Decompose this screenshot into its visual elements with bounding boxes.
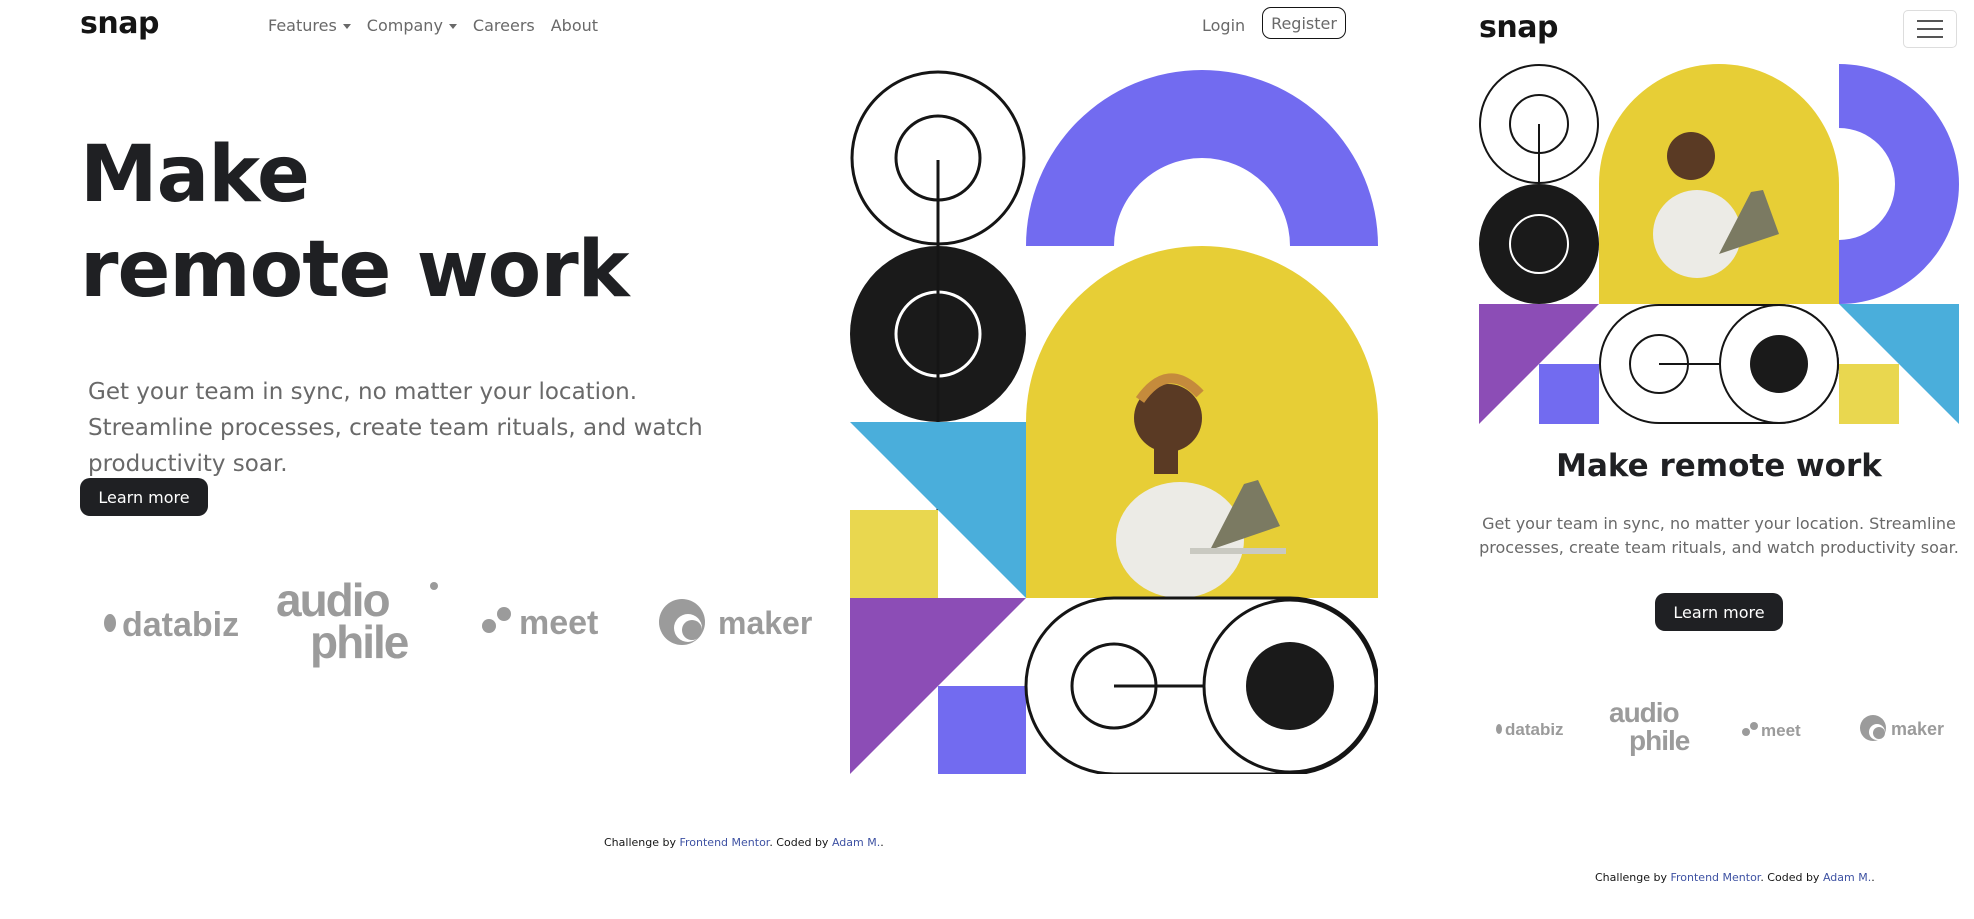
login-link[interactable]: Login xyxy=(1202,16,1245,35)
nav-company[interactable]: Company xyxy=(367,16,457,35)
svg-text:databiz: databiz xyxy=(122,606,239,644)
client-logos: databiz audio phile meet maker xyxy=(104,574,812,668)
hero-title: Make remote work xyxy=(80,130,630,315)
author-link[interactable]: Adam M. xyxy=(1823,871,1871,884)
yellow-square xyxy=(850,510,938,598)
client-logo-maker: maker xyxy=(1860,715,1944,741)
purple-square xyxy=(938,686,1026,774)
client-logos-mobile: databiz audio phile meet maker xyxy=(1496,697,1944,756)
attribution-mobile: Challenge by Frontend Mentor. Coded by A… xyxy=(1595,871,1875,884)
client-logo-meet: meet xyxy=(482,604,598,642)
register-button[interactable]: Register xyxy=(1262,7,1346,39)
client-logo-meet: meet xyxy=(1742,721,1801,740)
hero-subtitle-mobile: Get your team in sync, no matter your lo… xyxy=(1479,514,1959,557)
hero-title-mobile: Make remote work xyxy=(1556,448,1882,484)
svg-text:meet: meet xyxy=(519,604,598,642)
purple-arch xyxy=(1026,70,1378,246)
learn-more-button[interactable]: Learn more xyxy=(80,478,208,516)
learn-more-button-mobile[interactable]: Learn more xyxy=(1655,593,1783,631)
hero-subtitle: Get your team in sync, no matter your lo… xyxy=(88,379,703,477)
hero-illustration-mobile xyxy=(1479,64,1959,424)
author-link[interactable]: Adam M. xyxy=(832,836,880,849)
frontend-mentor-link[interactable]: Frontend Mentor xyxy=(1670,871,1760,884)
svg-text:phile: phile xyxy=(310,616,409,668)
attribution: Challenge by Frontend Mentor. Coded by A… xyxy=(604,836,884,849)
hero-illustration xyxy=(850,70,1378,774)
nav-about[interactable]: About xyxy=(551,16,598,35)
svg-text:databiz: databiz xyxy=(1505,720,1564,739)
client-logo-audiophile: audio phile xyxy=(1609,697,1691,756)
snap-logo-mobile[interactable]: snap xyxy=(1479,10,1558,45)
main-nav: Features Company Careers About xyxy=(268,16,598,35)
nav-careers[interactable]: Careers xyxy=(473,16,535,35)
caret-down-icon xyxy=(448,24,457,29)
client-logo-audiophile: audio phile xyxy=(276,574,438,668)
client-logo-databiz: databiz xyxy=(104,606,239,644)
svg-text:audio: audio xyxy=(1609,697,1680,728)
snap-logo[interactable]: snap xyxy=(80,6,159,41)
nav-features[interactable]: Features xyxy=(268,16,351,35)
svg-text:phile: phile xyxy=(1629,725,1690,756)
svg-text:meet: meet xyxy=(1761,721,1801,740)
hamburger-menu-icon[interactable] xyxy=(1903,10,1957,48)
client-logo-maker: maker xyxy=(659,599,812,645)
svg-text:maker: maker xyxy=(1891,719,1944,739)
client-logo-databiz: databiz xyxy=(1496,720,1564,739)
svg-text:maker: maker xyxy=(718,605,812,641)
frontend-mentor-link[interactable]: Frontend Mentor xyxy=(679,836,769,849)
caret-down-icon xyxy=(342,24,351,29)
